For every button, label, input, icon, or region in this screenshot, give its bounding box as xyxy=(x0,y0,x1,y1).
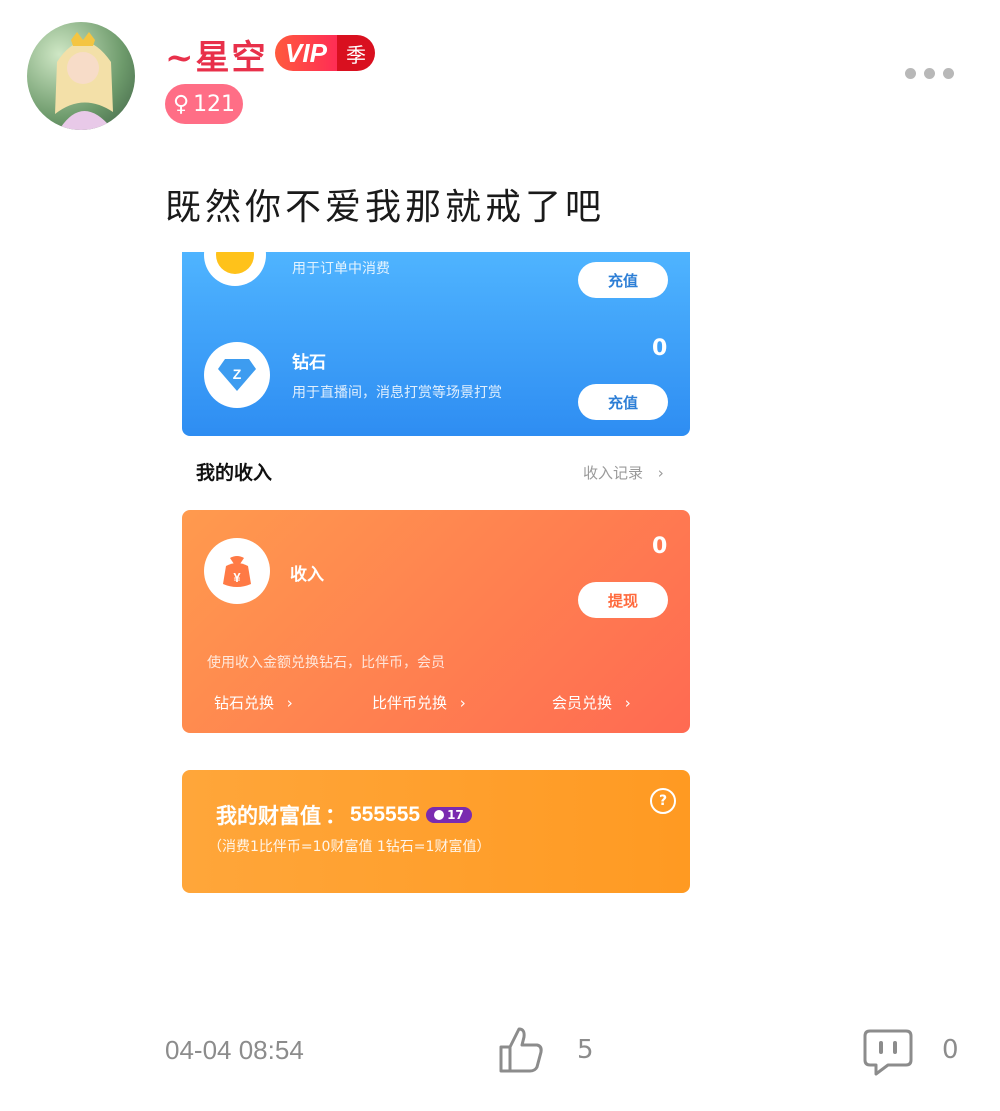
post-text: 既然你不爱我那就戒了吧 xyxy=(165,187,606,228)
income-card: ¥ 收入 0 提现 使用收入金额兑换钻石，比伴币，会员 钻石兑换 › 比伴币兑换… xyxy=(182,510,690,733)
wealth-line: 我的财富值 ： 555555 17 xyxy=(216,800,472,830)
more-options-icon[interactable] xyxy=(905,68,957,84)
diamond-recharge-button[interactable]: 充值 xyxy=(578,384,668,420)
income-section-title: 我的收入 xyxy=(196,462,273,484)
gender-badge: ♀ 121 xyxy=(165,84,243,124)
coin-desc: 用于订单中消费 xyxy=(292,261,390,277)
member-exchange-link[interactable]: 会员兑换 › xyxy=(552,692,631,713)
avatar[interactable] xyxy=(27,22,135,130)
diamond-value: 0 xyxy=(652,336,668,361)
diamond-letter: Z xyxy=(233,366,242,382)
diamond-exchange-link[interactable]: 钻石兑换 › xyxy=(214,692,293,713)
income-value: 0 xyxy=(652,534,668,559)
coin-exchange-label: 比伴币兑换 xyxy=(372,694,448,712)
wealth-separator: ： xyxy=(325,804,346,828)
money-bag-icon: ¥ xyxy=(204,538,270,604)
income-desc: 使用收入金额兑换钻石，比伴币，会员 xyxy=(207,655,445,671)
balance-card: 用于订单中消费 充值 Z 钻石 0 用于直播间，消息打赏等场景打赏 充值 xyxy=(182,252,690,436)
wealth-card: 我的财富值 ： 555555 17 （消费1比伴币=10财富值 1钻石=1财富值… xyxy=(182,770,690,893)
chevron-right-icon: › xyxy=(624,694,631,712)
income-records-link[interactable]: 收入记录 › xyxy=(583,462,664,483)
username[interactable]: ~星空 xyxy=(165,30,268,79)
comment-count: 0 xyxy=(942,1035,959,1065)
wealth-level-badge: 17 xyxy=(426,807,472,823)
diamond-title: 钻石 xyxy=(292,353,326,373)
currency-symbol: ¥ xyxy=(233,570,241,585)
thumbs-up-icon[interactable] xyxy=(497,1025,545,1075)
coin-recharge-button[interactable]: 充值 xyxy=(578,262,668,298)
comment-icon[interactable] xyxy=(862,1028,914,1078)
coin-icon xyxy=(204,252,266,286)
female-icon: ♀ xyxy=(172,91,190,117)
gender-count: 121 xyxy=(193,91,236,117)
vip-badge: VIP 季 xyxy=(275,35,375,71)
wealth-note: （消费1比伴币=10财富值 1钻石=1财富值） xyxy=(208,839,491,855)
diamond-desc: 用于直播间，消息打赏等场景打赏 xyxy=(292,385,502,401)
post-timestamp: 04-04 08:54 xyxy=(165,1035,304,1065)
diamond-icon: Z xyxy=(204,342,270,408)
chevron-right-icon: › xyxy=(459,694,466,712)
vip-tier: 季 xyxy=(337,35,375,71)
wealth-value: 555555 xyxy=(350,803,421,826)
income-records-label: 收入记录 xyxy=(583,464,644,482)
vip-label: VIP xyxy=(275,35,337,71)
member-exchange-label: 会员兑换 xyxy=(552,694,613,712)
level-icon xyxy=(434,810,445,820)
help-icon[interactable]: ? xyxy=(650,788,676,814)
wealth-label: 我的财富值 xyxy=(216,804,321,828)
chevron-right-icon: › xyxy=(657,464,664,482)
income-title: 收入 xyxy=(290,565,324,585)
like-count: 5 xyxy=(577,1035,594,1065)
diamond-exchange-label: 钻石兑换 xyxy=(214,694,275,712)
coin-exchange-link[interactable]: 比伴币兑换 › xyxy=(372,692,466,713)
wealth-level: 17 xyxy=(447,808,464,822)
chevron-right-icon: › xyxy=(286,694,293,712)
withdraw-button[interactable]: 提现 xyxy=(578,582,668,618)
